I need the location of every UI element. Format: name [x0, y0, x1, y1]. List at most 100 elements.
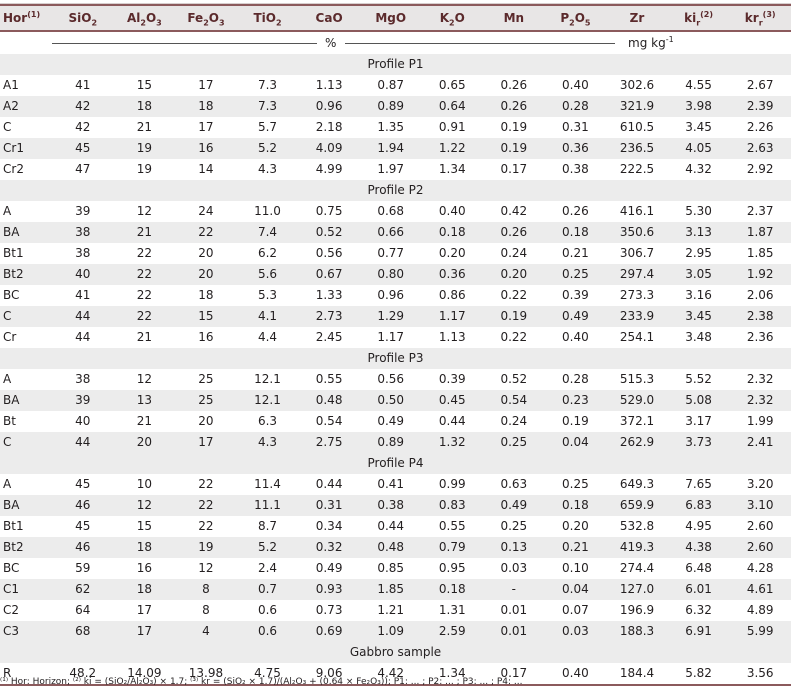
value-cell: 15: [113, 516, 176, 537]
value-cell: 0.38: [359, 495, 422, 516]
value-cell: 0.04: [544, 579, 607, 600]
value-cell: 4.3: [236, 159, 299, 180]
value-cell: 17: [175, 117, 237, 138]
value-cell: 1.94: [359, 138, 422, 159]
value-cell: 0.26: [544, 201, 607, 222]
value-cell: 0.25: [544, 474, 607, 495]
value-cell: 372.1: [606, 411, 668, 432]
value-cell: 0.34: [298, 516, 360, 537]
value-cell: 20: [113, 432, 176, 453]
value-cell: 0.26: [483, 75, 545, 96]
value-cell: 2.45: [298, 327, 360, 348]
value-cell: 222.5: [606, 159, 668, 180]
value-cell: 46: [52, 537, 114, 558]
value-cell: 5.6: [236, 264, 299, 285]
value-cell: 4.1: [236, 306, 299, 327]
value-cell: 4: [175, 621, 237, 642]
header-base: kr: [744, 11, 759, 25]
value-cell: 21: [113, 411, 176, 432]
value-cell: 0.39: [421, 369, 484, 390]
value-cell: 8: [175, 579, 237, 600]
value-cell: 0.56: [359, 369, 422, 390]
value-cell: 0.24: [483, 411, 545, 432]
value-cell: 3.10: [729, 495, 791, 516]
value-cell: 12.1: [236, 390, 299, 411]
header-base: K: [439, 11, 450, 25]
value-cell: 0.25: [483, 432, 545, 453]
value-cell: 7.4: [236, 222, 299, 243]
value-cell: 0.49: [298, 558, 360, 579]
table-row: BC 41 22 18 5.3 1.33 0.96 0.86 0.22 0.39 273.3 3.16…: [0, 285, 791, 306]
horizon-cell: Cr2: [0, 159, 52, 180]
value-cell: 2.32: [729, 390, 791, 411]
value-cell: 1.34: [421, 159, 484, 180]
value-cell: 1.85: [359, 579, 422, 600]
value-cell: 2.92: [729, 159, 791, 180]
value-cell: 0.19: [483, 138, 545, 159]
table-row: C 42 21 17 5.7 2.18 1.35 0.91 0.19 0.31 610.5 3.45 2…: [0, 117, 791, 138]
value-cell: 10: [113, 474, 176, 495]
value-cell: 3.48: [667, 327, 730, 348]
value-cell: 44: [52, 432, 114, 453]
value-cell: 0.73: [298, 600, 360, 621]
column-header-12: krr(3): [729, 4, 791, 32]
value-cell: 0.19: [483, 306, 545, 327]
value-cell: 18: [113, 537, 176, 558]
table-row: Cr 44 21 16 4.4 2.45 1.17 1.13 0.22 0.40 254.1 3.48…: [0, 327, 791, 348]
value-cell: 0.10: [544, 558, 607, 579]
value-cell: 0.86: [421, 285, 484, 306]
table-row: C 44 22 15 4.1 2.73 1.29 1.17 0.19 0.49 233.9 3.45 2…: [0, 306, 791, 327]
value-cell: 350.6: [606, 222, 668, 243]
header-subscript: r: [758, 18, 763, 28]
section-title: Profile P3: [0, 348, 791, 369]
value-cell: 0.32: [298, 537, 360, 558]
value-cell: 0.55: [298, 369, 360, 390]
value-cell: 0.24: [483, 243, 545, 264]
value-cell: 11.1: [236, 495, 299, 516]
value-cell: 2.18: [298, 117, 360, 138]
horizon-cell: Bt1: [0, 243, 52, 264]
table-row: C3 68 17 4 0.6 0.69 1.09 2.59 0.01 0.03 188.3 6.91 5…: [0, 621, 791, 642]
value-cell: 0.6: [236, 621, 299, 642]
value-cell: 1.29: [359, 306, 422, 327]
value-cell: 0.66: [359, 222, 422, 243]
value-cell: 610.5: [606, 117, 668, 138]
value-cell: 5.3: [236, 285, 299, 306]
value-cell: 1.35: [359, 117, 422, 138]
table-row: A 45 10 22 11.4 0.44 0.41 0.99 0.63 0.25 649.3 7.65…: [0, 474, 791, 495]
header-base: O: [454, 11, 465, 25]
horizon-cell: A2: [0, 96, 52, 117]
value-cell: 21: [113, 117, 176, 138]
horizon-cell: Bt1: [0, 516, 52, 537]
header-base: O: [208, 11, 219, 25]
header-base: Hor: [3, 11, 28, 25]
value-cell: 5.2: [236, 537, 299, 558]
section-header-row: Profile P1: [0, 54, 791, 75]
value-cell: 11.0: [236, 201, 299, 222]
value-cell: 12: [113, 495, 176, 516]
value-cell: 16: [113, 558, 176, 579]
value-cell: 0.42: [483, 201, 545, 222]
value-cell: 4.89: [729, 600, 791, 621]
value-cell: 0.31: [544, 117, 607, 138]
value-cell: 2.60: [729, 516, 791, 537]
value-cell: 17: [175, 432, 237, 453]
table-row: A2 42 18 18 7.3 0.96 0.89 0.64 0.26 0.28 321.9 3.98…: [0, 96, 791, 117]
value-cell: 3.16: [667, 285, 730, 306]
value-cell: 2.32: [729, 369, 791, 390]
table-row: BA 38 21 22 7.4 0.52 0.66 0.18 0.26 0.18 350.6 3.13…: [0, 222, 791, 243]
value-cell: 0.40: [421, 201, 484, 222]
horizon-cell: Bt2: [0, 264, 52, 285]
section-title: Profile P4: [0, 453, 791, 474]
value-cell: 0.80: [359, 264, 422, 285]
value-cell: 0.22: [483, 285, 545, 306]
value-cell: 0.19: [483, 117, 545, 138]
units-row: % mg kg-1: [0, 31, 791, 54]
value-cell: 25: [175, 390, 237, 411]
value-cell: 19: [113, 138, 176, 159]
header-subscript: 2: [91, 18, 98, 28]
value-cell: 0.95: [421, 558, 484, 579]
value-cell: 0.49: [544, 306, 607, 327]
section-title: Gabbro sample: [0, 642, 791, 663]
value-cell: 0.54: [483, 390, 545, 411]
